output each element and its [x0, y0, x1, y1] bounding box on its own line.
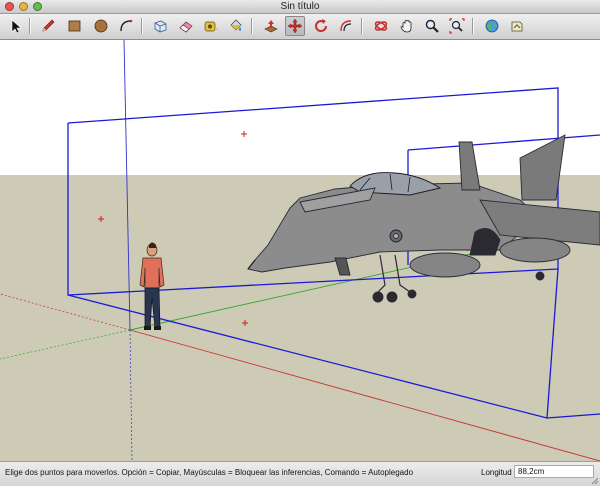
push-pull-icon: [264, 20, 278, 33]
circle-tool-button[interactable]: [91, 16, 111, 36]
measurements-label: Longitud: [481, 468, 512, 477]
status-bar: Elige dos puntos para moverlos. Opción =…: [0, 461, 600, 486]
hand-icon: [400, 20, 412, 33]
rotate-icon: [315, 19, 328, 33]
offset-tool-button[interactable]: [336, 16, 356, 36]
select-tool-button[interactable]: [5, 16, 25, 36]
title-bar: Sin título: [0, 0, 600, 14]
eraser-tool-button[interactable]: [176, 16, 196, 36]
rectangle-tool-button[interactable]: [64, 16, 84, 36]
sky: [0, 40, 600, 175]
paint-bucket-tool-button[interactable]: [226, 16, 246, 36]
tape-measure-icon: [204, 21, 218, 32]
3d-viewport[interactable]: [0, 40, 600, 461]
line-tool-button[interactable]: [38, 16, 58, 36]
status-hint: Elige dos puntos para moverlos. Opción =…: [5, 468, 414, 477]
toolbar-separator: [251, 18, 253, 34]
circle-icon: [94, 19, 108, 33]
arrow-cursor-icon: [11, 19, 22, 34]
zoom-extents-icon: [449, 18, 465, 34]
make-component-tool-button[interactable]: [150, 16, 170, 36]
orbit-tool-button[interactable]: [371, 16, 391, 36]
toolbar-separator: [361, 18, 363, 34]
share-model-tool-button[interactable]: [507, 16, 527, 36]
move-tool-button[interactable]: [285, 16, 305, 36]
push-pull-tool-button[interactable]: [261, 16, 281, 36]
resize-grip-icon[interactable]: [591, 477, 599, 485]
rectangle-icon: [68, 20, 81, 32]
paint-bucket-icon: [230, 19, 242, 31]
move-icon: [287, 18, 303, 34]
rotate-tool-button[interactable]: [311, 16, 331, 36]
toolbar-separator: [141, 18, 143, 34]
tape-measure-tool-button[interactable]: [201, 16, 221, 36]
globe-icon: [485, 19, 499, 33]
orbit-icon: [374, 21, 388, 31]
zoom-extents-tool-button[interactable]: [447, 16, 467, 36]
eraser-icon: [179, 21, 193, 33]
magnifier-icon: [425, 19, 439, 33]
offset-icon: [340, 20, 352, 32]
toolbar-separator: [29, 18, 31, 34]
measurements-value-field[interactable]: 88,2cm: [514, 465, 594, 478]
arc-tool-button[interactable]: [116, 16, 136, 36]
main-toolbar: [0, 14, 600, 40]
sketchup-window: Sin título Elige dos puntos para moverlo…: [0, 0, 600, 486]
pencil-icon: [42, 19, 55, 32]
pan-tool-button[interactable]: [397, 16, 417, 36]
component-icon: [154, 20, 167, 33]
arc-icon: [120, 19, 133, 32]
zoom-tool-button[interactable]: [422, 16, 442, 36]
toolbar-separator: [472, 18, 474, 34]
get-models-tool-button[interactable]: [482, 16, 502, 36]
window-title: Sin título: [280, 1, 320, 12]
share-icon: [511, 21, 523, 32]
